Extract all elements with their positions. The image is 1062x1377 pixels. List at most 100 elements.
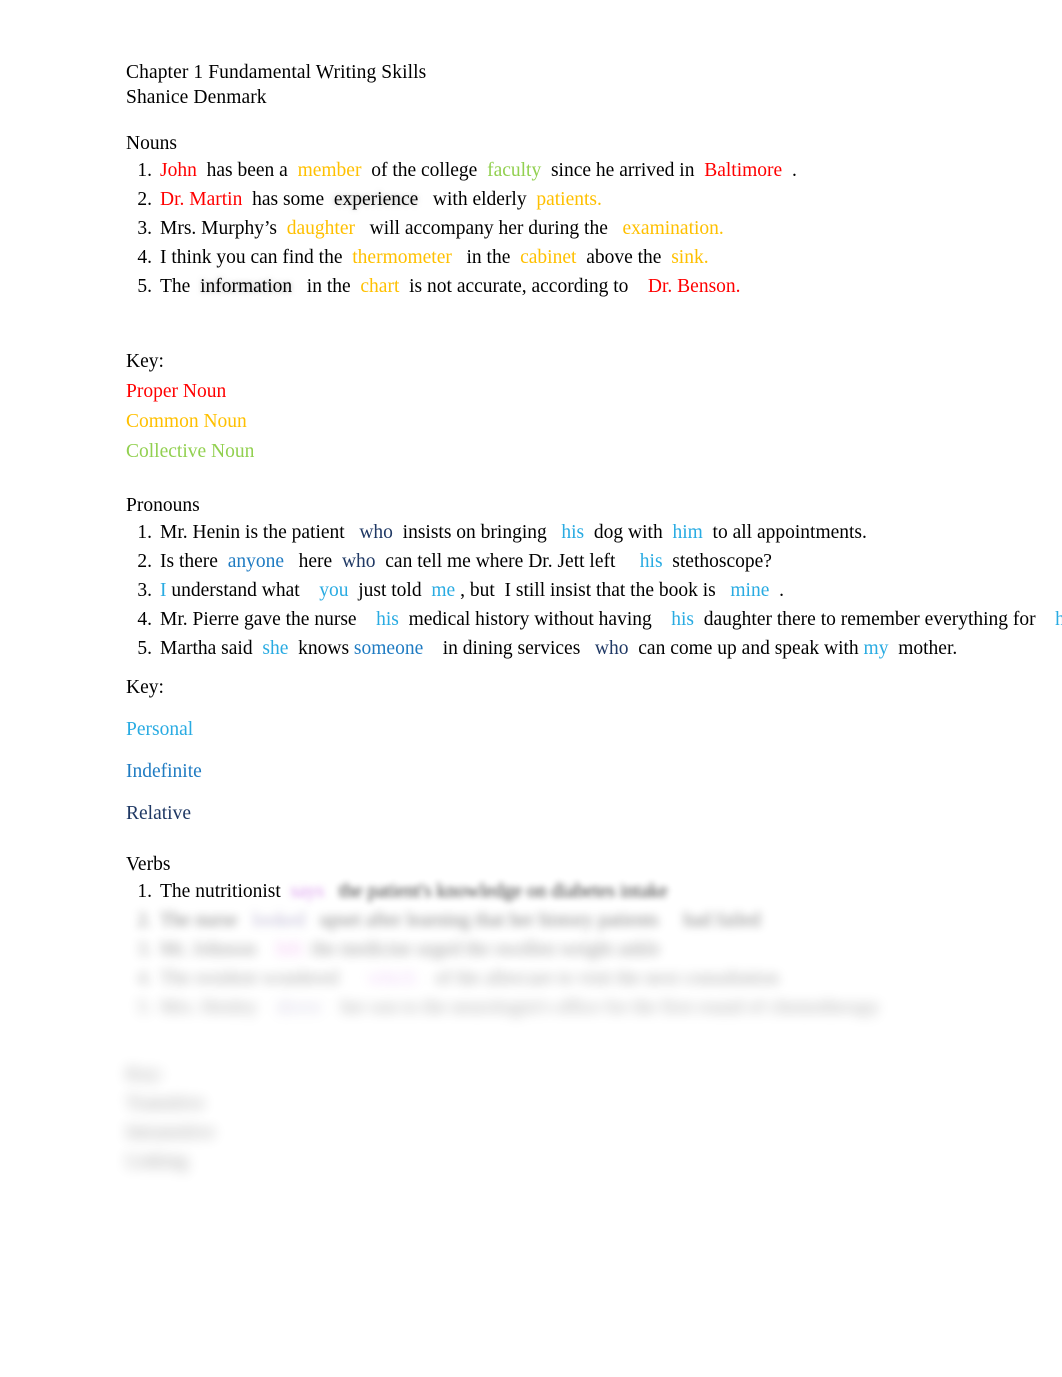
pronouns-key-title: Key:: [126, 677, 164, 698]
sentence-text: in dining services: [423, 638, 595, 659]
list-item-number: 1.: [137, 160, 152, 181]
sentence-text: stethoscope?: [662, 551, 772, 572]
key-entry-relative: Relative: [126, 803, 191, 824]
pronouns-key: Key: Personal Indefinite Relative: [126, 673, 926, 828]
highlight-personal: him: [1055, 609, 1062, 630]
sentence-text: here: [284, 551, 342, 572]
sentence-text: to all appointments.: [702, 522, 867, 543]
nouns-key-entries: Proper Noun Common Noun Collective Noun: [126, 377, 926, 466]
document-page: Chapter 1 Fundamental Writing Skills Sha…: [0, 0, 1062, 1377]
list-item: 2. Dr. Martin has some experience with el…: [126, 185, 926, 214]
document-body: Chapter 1 Fundamental Writing Skills Sha…: [126, 60, 1062, 1176]
highlight-proper: John: [160, 160, 197, 181]
list-item: 1. The nutritionist says the patient's kn…: [126, 877, 926, 906]
list-item-number: 3.: [137, 580, 152, 601]
sentence-text: Mrs. Henley: [160, 997, 258, 1018]
list-item-number: 4.: [137, 609, 152, 630]
list-item: 2. The nurse looked upset after learning …: [126, 906, 926, 935]
list-item-number: 1.: [137, 881, 152, 902]
pronouns-list: 1. Mr. Henin is the patient who insists o…: [126, 518, 1062, 663]
document-author: Shanice Denmark: [126, 87, 267, 108]
list-item-number: 4.: [137, 247, 152, 268]
sentence-text: information: [200, 276, 293, 297]
sentence-text: knows: [288, 638, 354, 659]
sentence-text: just told: [348, 580, 432, 601]
sentence-text: can come up and speak with: [628, 638, 864, 659]
list-item-number: 4.: [137, 968, 152, 989]
highlight-verb: says: [280, 881, 339, 902]
list-item: 5. Mrs. Henley drove her son to the neuro…: [126, 993, 926, 1022]
highlight-proper: Dr. Benson.: [647, 276, 741, 297]
verbs-list: 1. The nutritionist says the patient's kn…: [126, 877, 926, 1022]
highlight-proper: Dr. Martin: [160, 189, 243, 210]
sentence-text: has been a: [196, 160, 298, 181]
list-item: 4. I think you can find the thermometer i…: [126, 243, 926, 272]
highlight-verb: which: [338, 968, 436, 989]
verbs-key-title: Key:: [126, 1064, 164, 1085]
list-item: 4. The resident wondered which of the aft…: [126, 964, 926, 993]
nouns-list: 1. John has been a member of the college …: [126, 156, 926, 301]
sentence-text: in the: [451, 247, 521, 268]
key-entry-common-noun: Common Noun: [126, 411, 247, 432]
highlight-common: member: [297, 160, 362, 181]
sentence-text: The: [160, 276, 201, 297]
sentence-text: upset after learning that her history pa…: [319, 910, 761, 931]
highlight-common: examination.: [622, 218, 724, 239]
sentence-text: I think you can find the: [160, 247, 353, 268]
sentence-text: .: [769, 580, 784, 601]
sentence-text: The resident wondered: [160, 968, 339, 989]
sentence-text: the patient's knowledge on diabetes inta…: [338, 881, 668, 902]
sentence-text: understand what: [166, 580, 320, 601]
highlight-personal: him: [672, 522, 703, 543]
nouns-key-title: Key:: [126, 351, 164, 372]
list-item: 3. Mr. Johnson felt the medicine urged th…: [126, 935, 926, 964]
highlight-relative: who: [359, 522, 393, 543]
section-heading-verbs: Verbs: [126, 854, 171, 875]
list-item-number: 1.: [137, 522, 152, 543]
list-item-number: 2.: [137, 189, 152, 210]
sentence-text: Is there: [160, 551, 228, 572]
sentence-text: dog with: [584, 522, 673, 543]
sentence-text: medical history without having: [398, 609, 672, 630]
list-item-number: 2.: [137, 551, 152, 572]
key-entry-linking: Linking: [126, 1151, 188, 1172]
highlight-common: patients.: [536, 189, 602, 210]
document-title: Chapter 1 Fundamental Writing Skills: [126, 62, 427, 83]
list-item-number: 5.: [137, 997, 152, 1018]
sentence-text: above the: [576, 247, 672, 268]
sentence-text: Mr. Henin is the patient: [160, 522, 360, 543]
verbs-key-entries: Transitive Intransitive Linking: [126, 1089, 926, 1176]
list-item: 5. The information in the chart is not ac…: [126, 272, 926, 301]
list-item: 4. Mr. Pierre gave the nurse his medical …: [126, 605, 1062, 634]
sentence-text: Mrs. Murphy’s: [160, 218, 287, 239]
list-item-number: 5.: [137, 638, 152, 659]
nouns-key: Key: Proper Noun Common Noun Collective No…: [126, 347, 926, 466]
key-entry-personal: Personal: [126, 719, 194, 740]
sentence-text-illegible: Mrs. Henley drove her son to the neurolo…: [160, 993, 880, 1022]
key-entry-intransitive: Intransitive: [126, 1122, 215, 1143]
highlight-proper: Baltimore: [704, 160, 783, 181]
highlight-relative: who: [341, 551, 376, 572]
highlight-personal: she: [262, 638, 289, 659]
highlight-verb: drove: [257, 997, 341, 1018]
highlight-verb: looked: [237, 910, 320, 931]
sentence-text-illegible: Mr. Johnson felt the medicine urged the …: [160, 935, 660, 964]
sentence-text: The nutritionist: [160, 881, 281, 902]
highlight-collective: faculty: [487, 160, 542, 181]
sentence-text: with elderly: [418, 189, 537, 210]
sentence-text: Martha said: [160, 638, 263, 659]
highlight-common: chart: [360, 276, 400, 297]
sentence-text: experience: [333, 189, 419, 210]
list-item: 3. I understand what you just told me , b…: [126, 576, 926, 605]
list-item-number: 3.: [137, 218, 152, 239]
key-entry-indefinite: Indefinite: [126, 761, 202, 782]
sentence-text: Mr. Pierre gave the nurse: [160, 609, 377, 630]
key-entry-collective-noun: Collective Noun: [126, 441, 255, 462]
highlight-personal: his: [639, 551, 663, 572]
highlight-personal: me: [431, 580, 456, 601]
list-item: 5. Martha said she knows someone in dinin…: [126, 634, 957, 663]
sentence-text: daughter there to remember everything fo…: [694, 609, 1056, 630]
highlight-indefinite: anyone: [227, 551, 284, 572]
highlight-indefinite: someone: [353, 638, 424, 659]
highlight-verb: felt: [256, 939, 312, 960]
